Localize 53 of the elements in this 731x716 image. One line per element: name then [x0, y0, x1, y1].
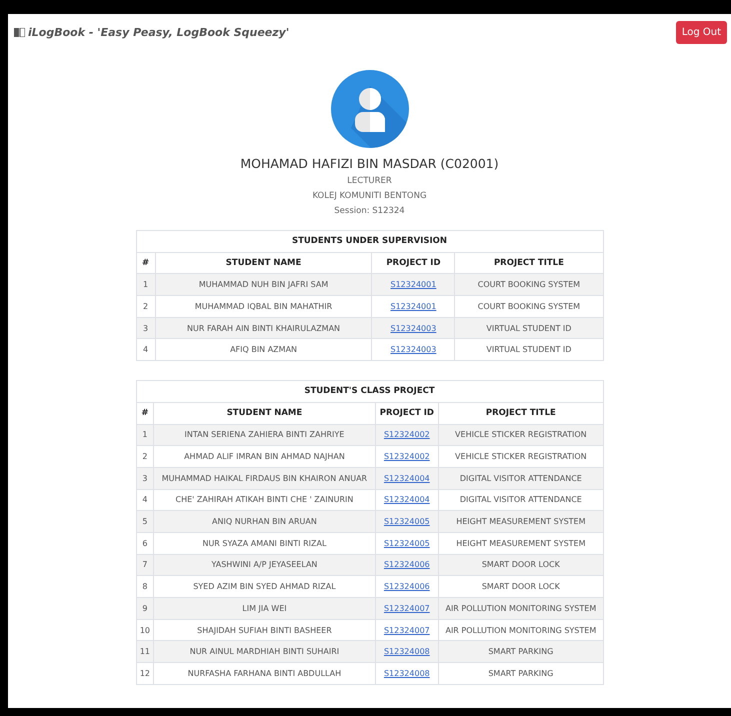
lecturer-role: LECTURER	[347, 176, 392, 186]
institution-name: KOLEJ KOMUNITI BENTONG	[312, 191, 427, 201]
table-cell: VIRTUAL STUDENT ID	[454, 317, 603, 339]
table-cell: SMART PARKING	[438, 662, 603, 684]
table-cell: NUR SYAZA AMANI BINTI RIZAL	[154, 532, 375, 554]
table-cell: VEHICLE STICKER REGISTRATION	[438, 446, 603, 468]
table-cell: 12	[136, 662, 154, 684]
column-header: #	[136, 402, 154, 424]
table-cell: ANIQ NURHAN BIN ARUAN	[154, 510, 375, 532]
table-cell: NUR AINUL MARDHIAH BINTI SUHAIRI	[154, 640, 375, 663]
table-cell: 11	[136, 640, 154, 663]
table-cell: 3	[136, 467, 154, 490]
table-cell: COURT BOOKING SYSTEM	[454, 274, 603, 296]
logout-button[interactable]: Log Out	[676, 20, 727, 44]
table-cell: MUHAMMAD HAIKAL FIRDAUS BIN KHAIRON ANUAR	[154, 467, 375, 490]
user-avatar-icon	[330, 70, 408, 148]
column-header: STUDENT NAME	[154, 402, 375, 424]
table-cell: SMART PARKING	[438, 640, 603, 663]
table-title: STUDENTS UNDER SUPERVISION	[136, 230, 603, 252]
table-cell: MUHAMMAD NUH BIN JAFRI SAM	[155, 274, 372, 296]
table-cell: 7	[136, 554, 154, 576]
table-cell: HEIGHT MEASUREMENT SYSTEM	[438, 510, 603, 532]
table-cell: COURT BOOKING SYSTEM	[454, 296, 603, 318]
table-title: STUDENT'S CLASS PROJECT	[136, 380, 603, 402]
table-cell: NURFASHA FARHANA BINTI ABDULLAH	[154, 662, 375, 684]
table-cell: DIGITAL VISITOR ATTENDANCE	[438, 467, 603, 490]
table-cell: LIM JIA WEI	[154, 598, 375, 620]
table-cell: NUR FARAH AIN BINTI KHAIRULAZMAN	[155, 317, 372, 339]
table-cell: AFIQ BIN AZMAN	[155, 338, 372, 361]
table-cell: 9	[136, 598, 154, 620]
table-cell: VIRTUAL STUDENT ID	[454, 338, 603, 361]
column-header: PROJECT ID	[375, 402, 439, 424]
table-cell: 1	[136, 424, 154, 446]
table-cell: SMART DOOR LOCK	[438, 554, 603, 576]
table-cell: VEHICLE STICKER REGISTRATION	[438, 424, 603, 446]
table-cell: YASHWINI A/P JEYASEELAN	[154, 554, 375, 576]
table-cell: HEIGHT MEASUREMENT SYSTEM	[438, 532, 603, 554]
column-header: PROJECT TITLE	[438, 402, 603, 424]
table-cell: AHMAD ALIF IMRAN BIN AHMAD NAJHAN	[154, 446, 375, 468]
table-cell: 3	[136, 317, 156, 339]
table-cell: MUHAMMAD IQBAL BIN MAHATHIR	[155, 296, 372, 318]
table-cell: 4	[136, 338, 156, 361]
session-label: Session: S12324	[334, 206, 405, 216]
table-cell: INTAN SERIENA ZAHIERA BINTI ZAHRIYE	[154, 424, 375, 446]
lecturer-name: MOHAMAD HAFIZI BIN MASDAR (C02001)	[240, 156, 499, 171]
table-cell: AIR POLLUTION MONITORING SYSTEM	[438, 598, 603, 620]
app-brand[interactable]: iLogBook - 'Easy Peasy, LogBook Squeezy'	[28, 26, 290, 38]
book-icon	[14, 28, 25, 36]
table-cell: 6	[136, 532, 154, 554]
table-cell: 1	[136, 274, 156, 296]
table-cell: 2	[136, 446, 154, 468]
table-cell: 2	[136, 296, 156, 318]
table-cell: 5	[136, 510, 154, 532]
